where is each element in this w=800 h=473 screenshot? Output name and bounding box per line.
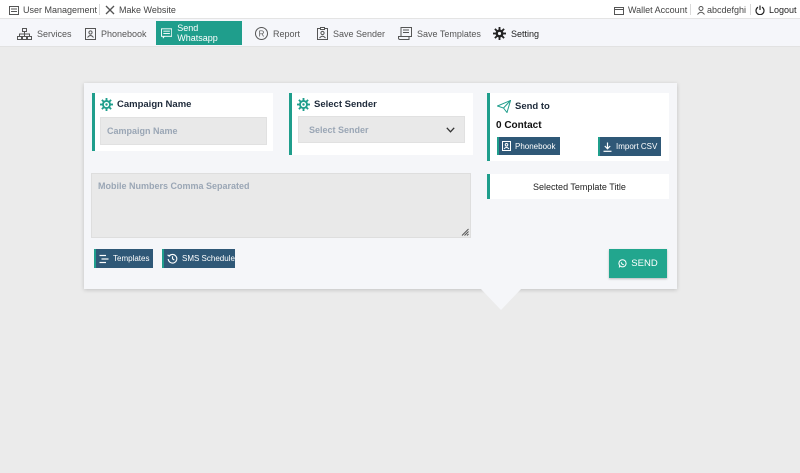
wallet-account-label: Wallet Account (628, 5, 688, 15)
user-management-link[interactable]: User Management (9, 4, 97, 16)
nav-phonebook[interactable]: Phonebook (80, 22, 152, 45)
contact-book-icon (502, 141, 511, 151)
sms-schedule-button[interactable]: SMS Schedule (162, 249, 235, 268)
nav-save-sender[interactable]: Save Sender (312, 22, 390, 45)
panel-pointer (480, 288, 522, 310)
nav-services-label: Services (37, 28, 72, 39)
resize-handle-icon[interactable] (461, 228, 469, 236)
logout-button[interactable]: Logout (755, 4, 797, 16)
import-csv-button[interactable]: Import CSV (598, 137, 661, 156)
history-icon (167, 253, 178, 264)
divider (99, 4, 100, 15)
nav-report-label: Report (273, 28, 301, 39)
select-sender-title: Select Sender (297, 98, 377, 111)
nav-send-whatsapp[interactable]: Send Whatsapp (156, 21, 242, 45)
scroll-icon (398, 27, 412, 40)
make-website-label: Make Website (119, 5, 176, 15)
id-card-icon (9, 5, 19, 15)
nav-report[interactable]: R Report (250, 22, 305, 45)
contact-book-icon (85, 27, 96, 40)
message-icon (161, 27, 173, 38)
templates-button-label: Templates (113, 254, 150, 263)
select-sender-dropdown[interactable]: Select Sender (298, 116, 465, 143)
username-label: abcdefghi (707, 5, 747, 15)
id-badge-icon (317, 27, 328, 40)
nav-save-templates[interactable]: Save Templates (393, 22, 486, 45)
svg-text:R: R (259, 30, 265, 39)
nav-setting-label: Setting (511, 28, 540, 39)
wallet-account-link[interactable]: Wallet Account (614, 4, 687, 16)
user-management-label: User Management (23, 5, 98, 15)
nav-save-sender-label: Save Sender (333, 28, 386, 39)
divider (750, 4, 751, 15)
divider (690, 4, 691, 15)
campaign-name-title: Campaign Name (100, 98, 191, 111)
select-sender-value: Select Sender (309, 124, 369, 135)
chevron-down-icon (446, 127, 455, 133)
top-bar: User Management Make Website Wallet Acco… (0, 0, 800, 19)
list-icon (99, 254, 109, 263)
templates-button[interactable]: Templates (94, 249, 153, 268)
mobile-numbers-placeholder: Mobile Numbers Comma Separated (98, 181, 250, 191)
user-icon (697, 5, 705, 15)
gear-badge-icon (297, 98, 310, 111)
nav-send-whatsapp-label: Send Whatsapp (177, 23, 218, 43)
registered-icon: R (255, 27, 268, 40)
make-website-link[interactable]: Make Website (105, 4, 176, 16)
nav-phonebook-label: Phonebook (101, 28, 147, 39)
nav-save-templates-label: Save Templates (417, 28, 481, 39)
download-icon (603, 142, 612, 152)
whatsapp-icon (618, 259, 627, 268)
sms-schedule-button-label: SMS Schedule (182, 254, 235, 263)
phonebook-button[interactable]: Phonebook (497, 137, 560, 155)
selected-template-title-label: Selected Template Title (533, 181, 626, 192)
nav-bar: Services Phonebook Send Whatsapp R Repor… (0, 19, 800, 47)
wallet-icon (614, 6, 624, 15)
nav-setting[interactable]: Setting (488, 22, 544, 45)
contact-count: 0 Contact (496, 120, 542, 131)
select-sender-heading: Select Sender (314, 99, 377, 110)
import-csv-button-label: Import CSV (616, 142, 658, 151)
logout-label: Logout (769, 5, 797, 15)
mobile-numbers-textarea[interactable]: Mobile Numbers Comma Separated (91, 173, 471, 238)
send-to-heading: Send to (515, 101, 550, 112)
phonebook-button-label: Phonebook (515, 141, 556, 151)
send-button[interactable]: SEND (609, 249, 667, 278)
campaign-name-placeholder: Campaign Name (107, 126, 178, 136)
campaign-name-heading: Campaign Name (117, 99, 192, 110)
user-account-link[interactable]: abcdefghi (697, 4, 746, 16)
power-icon (755, 5, 765, 15)
campaign-name-input[interactable]: Campaign Name (100, 117, 267, 145)
gear-badge-icon (100, 98, 113, 111)
send-button-label: SEND (631, 258, 658, 269)
selected-template-title: Selected Template Title (487, 174, 669, 199)
paper-plane-icon (497, 100, 511, 113)
gear-icon (493, 27, 506, 40)
tools-icon (105, 5, 115, 15)
send-to-title: Send to (497, 100, 550, 113)
nav-services[interactable]: Services (12, 22, 77, 45)
sitemap-icon (17, 27, 32, 40)
